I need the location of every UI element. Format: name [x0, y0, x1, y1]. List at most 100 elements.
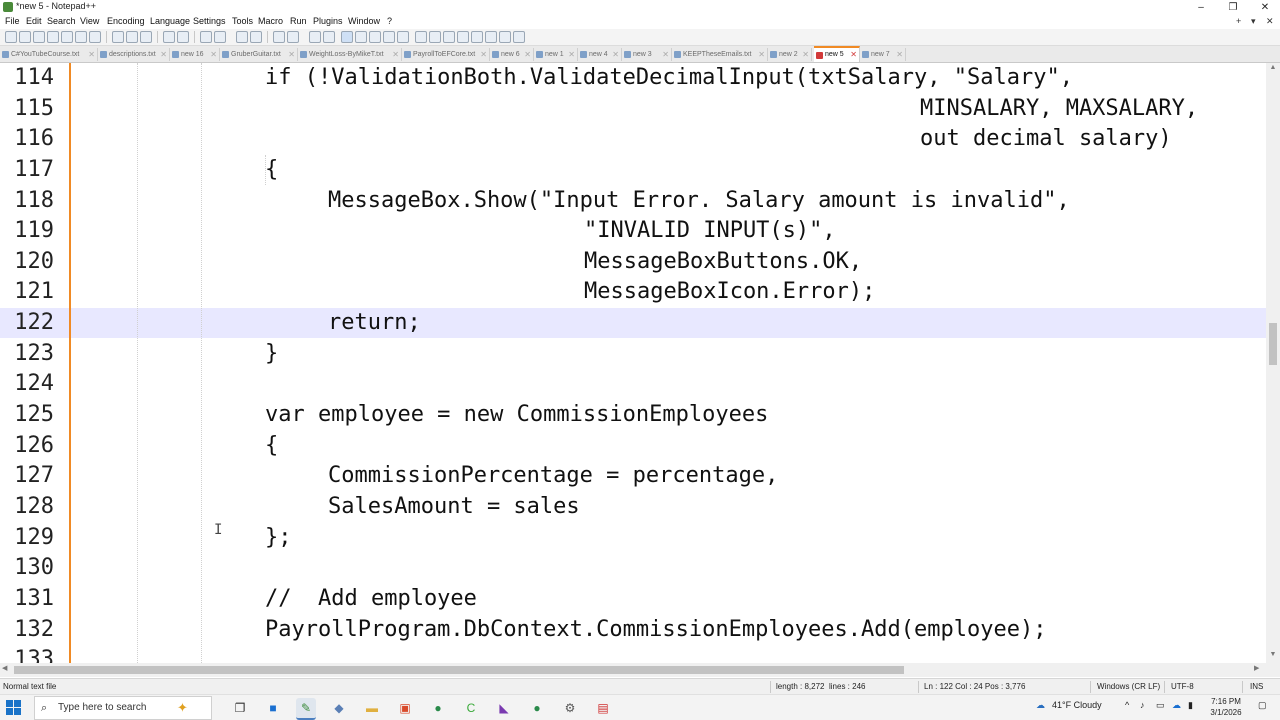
tab-keep-these-emails[interactable]: KEEPTheseEmails.txt ✕ — [672, 48, 768, 61]
battery-icon[interactable]: ▮ — [1188, 700, 1193, 711]
save-macro-icon[interactable] — [471, 31, 483, 43]
tab-new-1[interactable]: new 1 ✕ — [534, 48, 578, 61]
indent-guide-icon[interactable] — [341, 31, 353, 43]
close-tab-icon[interactable]: ✕ — [392, 48, 399, 61]
find-icon[interactable] — [200, 31, 212, 43]
paste-icon[interactable] — [140, 31, 152, 43]
tab-list-dropdown[interactable]: ▾ — [1251, 16, 1256, 27]
menu-run[interactable]: Run — [290, 16, 307, 26]
tab-payroll-to-efcore[interactable]: PayrollToEFCore.txt ✕ — [402, 48, 490, 61]
vertical-scroll-thumb[interactable] — [1269, 323, 1277, 365]
sync-vertical-icon[interactable] — [273, 31, 285, 43]
menu-window[interactable]: Window — [348, 16, 380, 26]
app-taskbar-icon[interactable]: ⚙ — [560, 698, 580, 718]
tab-descriptions[interactable]: descriptions.txt ✕ — [98, 48, 170, 61]
show-hidden-icons-icon[interactable]: ^ — [1125, 700, 1129, 710]
tab-weightloss[interactable]: WeightLoss-ByMikeT.txt ✕ — [298, 48, 402, 61]
volume-icon[interactable]: ♪ — [1140, 700, 1145, 710]
tab-csharp-youtube-course[interactable]: C#YouTubeCourse.txt ✕ — [0, 48, 98, 61]
menu-help[interactable]: ? — [387, 16, 392, 26]
close-tab-icon[interactable]: ✕ — [612, 48, 619, 61]
close-tab-icon[interactable]: ✕ — [568, 48, 575, 61]
menu-plugins[interactable]: Plugins — [313, 16, 343, 26]
copy-icon[interactable] — [126, 31, 138, 43]
app-taskbar-icon[interactable]: ▤ — [593, 698, 613, 718]
visual-studio-icon[interactable]: ◣ — [494, 698, 514, 718]
close-tab-icon[interactable]: ✕ — [88, 48, 95, 61]
close-tab-icon[interactable]: ✕ — [896, 48, 903, 61]
editor-area[interactable]: 114 if (!ValidationBoth.ValidateDecimalIn… — [0, 63, 1266, 663]
cloud-icon[interactable]: ☁ — [1172, 700, 1181, 711]
system-clock[interactable]: 7:16 PM 3/1/2026 — [1204, 696, 1248, 718]
playback-macro-icon[interactable] — [443, 31, 455, 43]
tab-new-2[interactable]: new 2 ✕ — [768, 48, 812, 61]
close-tab-icon[interactable]: ✕ — [160, 48, 167, 61]
chrome-icon[interactable]: ● — [428, 698, 448, 718]
new-file-icon[interactable] — [5, 31, 17, 43]
close-tab-icon[interactable]: ✕ — [758, 48, 765, 61]
desktop-app-icon[interactable]: ■ — [263, 698, 283, 718]
windows-start-icon[interactable] — [6, 700, 22, 716]
spell-check-icon[interactable] — [485, 31, 497, 43]
menu-file[interactable]: File — [5, 16, 20, 26]
weather-text[interactable]: 41°F Cloudy — [1052, 700, 1102, 710]
new-tab-button[interactable]: + — [1236, 16, 1241, 26]
task-view-icon[interactable]: ❐ — [230, 698, 250, 718]
close-tab-icon[interactable]: ✕ — [524, 48, 531, 61]
zoom-out-icon[interactable] — [250, 31, 262, 43]
scroll-right-icon[interactable]: ▶ — [1254, 664, 1266, 672]
notifications-icon[interactable]: ▢ — [1258, 700, 1267, 711]
close-tab-icon[interactable]: ✕ — [480, 48, 487, 61]
plugin-icon[interactable] — [499, 31, 511, 43]
menu-language[interactable]: Language — [150, 16, 190, 26]
horizontal-scroll-thumb[interactable] — [14, 666, 904, 674]
zoom-in-icon[interactable] — [236, 31, 248, 43]
chrome-icon[interactable]: ● — [527, 698, 547, 718]
menu-edit[interactable]: Edit — [26, 16, 42, 26]
status-eol[interactable]: Windows (CR LF) — [1097, 682, 1160, 691]
close-tab-icon[interactable]: ✕ — [850, 48, 857, 62]
monitoring-icon[interactable] — [397, 31, 409, 43]
scroll-left-icon[interactable]: ◀ — [2, 664, 14, 672]
horizontal-scrollbar[interactable]: ◀ ▶ — [0, 663, 1266, 677]
menu-tools[interactable]: Tools — [232, 16, 253, 26]
stop-recording-icon[interactable] — [429, 31, 441, 43]
taskbar-search-box[interactable]: ⌕ Type here to search ✦ — [34, 696, 212, 720]
close-tab-icon[interactable]: ✕ — [662, 48, 669, 61]
status-insert-mode[interactable]: INS — [1250, 682, 1263, 691]
document-map-icon[interactable] — [355, 31, 367, 43]
record-macro-icon[interactable] — [415, 31, 427, 43]
print-icon[interactable] — [89, 31, 101, 43]
open-file-icon[interactable] — [19, 31, 31, 43]
sync-horizontal-icon[interactable] — [287, 31, 299, 43]
show-all-characters-icon[interactable] — [323, 31, 335, 43]
close-button[interactable]: ✕ — [1250, 0, 1280, 15]
vertical-scrollbar[interactable]: ▲ ▼ — [1266, 63, 1280, 663]
menu-view[interactable]: View — [80, 16, 99, 26]
run-macro-multiple-icon[interactable] — [457, 31, 469, 43]
status-encoding[interactable]: UTF-8 — [1171, 682, 1194, 691]
tab-new-3[interactable]: new 3 ✕ — [622, 48, 672, 61]
save-all-icon[interactable] — [47, 31, 59, 43]
app-taskbar-icon[interactable]: ▣ — [395, 698, 415, 718]
word-wrap-icon[interactable] — [309, 31, 321, 43]
menu-macro[interactable]: Macro — [258, 16, 283, 26]
menu-search[interactable]: Search — [47, 16, 76, 26]
tab-new-5[interactable]: new 5 ✕ — [814, 46, 860, 62]
close-document-button[interactable]: ✕ — [1266, 16, 1274, 27]
plugin-icon[interactable] — [513, 31, 525, 43]
minimize-button[interactable]: – — [1186, 0, 1216, 15]
app-taskbar-icon[interactable]: C — [461, 698, 481, 718]
close-tab-icon[interactable]: ✕ — [288, 48, 295, 61]
scroll-down-icon[interactable]: ▼ — [1266, 651, 1280, 663]
file-explorer-icon[interactable]: ▬ — [362, 698, 382, 718]
app-taskbar-icon[interactable]: ◆ — [329, 698, 349, 718]
network-icon[interactable]: ▭ — [1156, 700, 1165, 711]
close-tab-icon[interactable]: ✕ — [802, 48, 809, 61]
scroll-up-icon[interactable]: ▲ — [1266, 64, 1280, 76]
redo-icon[interactable] — [177, 31, 189, 43]
close-all-icon[interactable] — [75, 31, 87, 43]
close-tab-icon[interactable]: ✕ — [210, 48, 217, 61]
tab-new-6[interactable]: new 6 ✕ — [490, 48, 534, 61]
tab-gruber-guitar[interactable]: GruberGuitar.txt ✕ — [220, 48, 298, 61]
